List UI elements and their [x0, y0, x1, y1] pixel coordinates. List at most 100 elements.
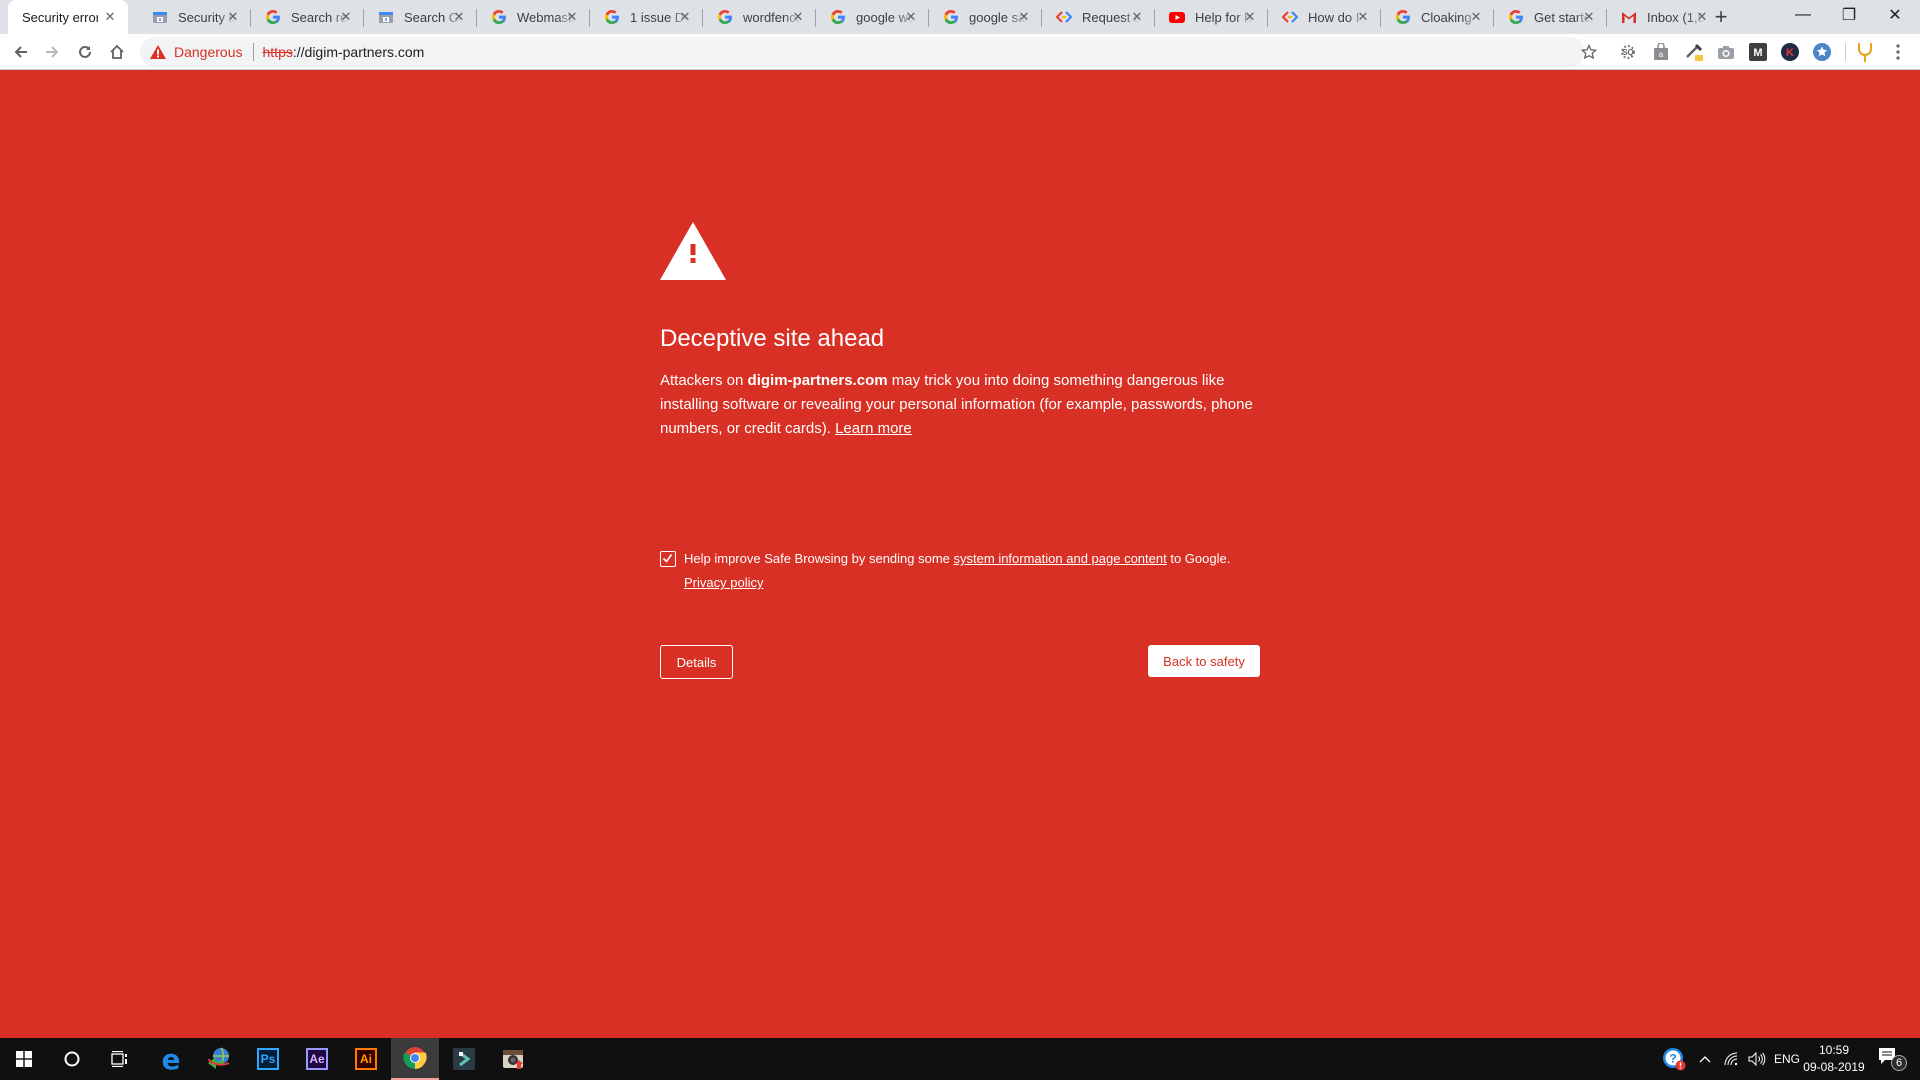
- message-prefix: Attackers on: [660, 372, 748, 389]
- star-extension-icon: [1813, 43, 1831, 61]
- omnibox-divider: [252, 43, 254, 61]
- taskbar-app-pinned[interactable]: [440, 1038, 488, 1080]
- optin-checkbox[interactable]: [660, 551, 676, 567]
- seo-quake-extension[interactable]: SQ: [1618, 42, 1638, 62]
- tab[interactable]: Cloaking ✕: [1381, 0, 1494, 34]
- tab[interactable]: Get started ✕: [1494, 0, 1607, 34]
- bookmark-star-button[interactable]: [1579, 42, 1599, 62]
- optin-suffix: to Google.: [1166, 551, 1231, 566]
- illustrator-icon: Ai: [355, 1048, 377, 1070]
- google-developers-icon: [1282, 9, 1298, 25]
- taskbar-app-edge[interactable]: e: [147, 1038, 195, 1080]
- tab[interactable]: Inbox (1,5 ✕: [1607, 0, 1720, 34]
- taskbar-app-illustrator[interactable]: Ai: [342, 1038, 390, 1080]
- network-button[interactable]: [1718, 1038, 1744, 1080]
- home-button[interactable]: [103, 38, 131, 66]
- shopping-bag-icon: a: [1654, 43, 1668, 60]
- address-bar[interactable]: Dangerous https :// digim-partners.com: [140, 37, 1585, 67]
- star-outline-icon: [1581, 44, 1597, 60]
- home-icon: [110, 44, 124, 59]
- close-tab-icon[interactable]: ✕: [338, 9, 354, 25]
- task-view-button[interactable]: [96, 1038, 144, 1080]
- app-pin-icon: [453, 1048, 475, 1070]
- tab-active[interactable]: Security error ✕: [8, 0, 128, 34]
- details-button[interactable]: Details: [660, 645, 733, 679]
- google-developers-icon: [1056, 9, 1072, 25]
- tab[interactable]: How do I ✕: [1268, 0, 1381, 34]
- taskbar-app-after-effects[interactable]: Ae: [293, 1038, 341, 1080]
- shopping-extension[interactable]: a: [1651, 42, 1671, 62]
- reload-button[interactable]: [71, 38, 99, 66]
- close-tab-icon[interactable]: ✕: [1129, 9, 1145, 25]
- new-tab-button[interactable]: +: [1708, 4, 1734, 30]
- security-status-label[interactable]: Dangerous: [174, 44, 243, 60]
- close-tab-icon[interactable]: ✕: [1016, 9, 1032, 25]
- system-info-link[interactable]: system information and page content: [954, 551, 1167, 566]
- seo-quake-icon: SQ: [1621, 45, 1635, 59]
- google-icon: [943, 9, 959, 25]
- tab[interactable]: google safe✕: [929, 0, 1042, 34]
- close-tab-icon[interactable]: ✕: [1581, 9, 1597, 25]
- minimize-button[interactable]: —: [1780, 0, 1826, 30]
- star-extension[interactable]: [1812, 42, 1832, 62]
- google-icon: [491, 9, 507, 25]
- tab[interactable]: google webmaster✕: [816, 0, 929, 34]
- tab[interactable]: 1 issue Detected✕: [590, 0, 703, 34]
- restore-button[interactable]: ❐: [1826, 0, 1872, 30]
- back-button[interactable]: [7, 38, 35, 66]
- cortana-search-button[interactable]: [48, 1038, 96, 1080]
- svg-text:K: K: [1786, 47, 1794, 59]
- help-alert-icon: ?: [1663, 1048, 1686, 1071]
- tab-strip: Security error✕ Security issues✕Search re…: [0, 0, 1920, 34]
- close-tab-icon[interactable]: ✕: [903, 9, 919, 25]
- tab[interactable]: Request a review✕: [1042, 0, 1155, 34]
- taskbar-app-internet-download-manager[interactable]: [195, 1038, 243, 1080]
- tray-help-app[interactable]: ?: [1658, 1038, 1690, 1080]
- close-tab-icon[interactable]: ✕: [790, 9, 806, 25]
- start-button[interactable]: [0, 1038, 48, 1080]
- tuning-fork-icon: [1858, 43, 1872, 62]
- system-clock[interactable]: 10:59 09-08-2019: [1800, 1042, 1868, 1076]
- tab[interactable]: Security issues✕: [138, 0, 251, 34]
- windows-logo-icon: [16, 1051, 32, 1067]
- windows-taskbar: e Ps Ae Ai ? ENG 10:59 09-08-2019 6: [0, 1038, 1920, 1080]
- close-tab-icon[interactable]: ✕: [677, 9, 693, 25]
- close-window-button[interactable]: ✕: [1872, 0, 1918, 30]
- wifi-icon: [1724, 1052, 1738, 1066]
- clock-time: 10:59: [1818, 1043, 1850, 1057]
- google-icon: [604, 9, 620, 25]
- action-center-button[interactable]: 6: [1874, 1038, 1908, 1080]
- k-extension[interactable]: K: [1780, 42, 1800, 62]
- tab[interactable]: Search results✕: [251, 0, 364, 34]
- warning-message: Attackers on digim-partners.com may tric…: [660, 369, 1260, 441]
- tab[interactable]: Webmasters✕: [477, 0, 590, 34]
- back-to-safety-button[interactable]: Back to safety: [1148, 645, 1260, 677]
- tuning-fork-extension[interactable]: [1855, 42, 1875, 62]
- url-separator: ://: [292, 44, 305, 60]
- show-hidden-icons-button[interactable]: [1693, 1038, 1717, 1080]
- google-icon: [717, 9, 733, 25]
- learn-more-link[interactable]: Learn more: [835, 420, 912, 437]
- volume-button[interactable]: [1744, 1038, 1770, 1080]
- tab[interactable]: Search Console✕: [364, 0, 477, 34]
- screenshot-extension[interactable]: [1716, 42, 1736, 62]
- close-tab-icon[interactable]: ✕: [564, 9, 580, 25]
- reload-icon: [79, 45, 91, 58]
- input-language-button[interactable]: ENG: [1770, 1038, 1804, 1080]
- taskbar-app-chrome[interactable]: [391, 1038, 439, 1080]
- tab[interactable]: wordfence ✕: [703, 0, 816, 34]
- color-picker-extension[interactable]: [1684, 42, 1704, 62]
- close-tab-icon[interactable]: ✕: [102, 9, 118, 25]
- tab[interactable]: Help for hacked✕: [1155, 0, 1268, 34]
- privacy-policy-link[interactable]: Privacy policy: [684, 575, 763, 590]
- close-tab-icon[interactable]: ✕: [225, 9, 241, 25]
- close-tab-icon[interactable]: ✕: [451, 9, 467, 25]
- taskbar-app-instagram-uploader[interactable]: [489, 1038, 537, 1080]
- close-tab-icon[interactable]: ✕: [1468, 9, 1484, 25]
- m-extension[interactable]: M: [1748, 42, 1768, 62]
- taskbar-app-photoshop[interactable]: Ps: [244, 1038, 292, 1080]
- close-tab-icon[interactable]: ✕: [1355, 9, 1371, 25]
- close-tab-icon[interactable]: ✕: [1242, 9, 1258, 25]
- chrome-menu-button[interactable]: [1888, 42, 1908, 62]
- forward-button[interactable]: [38, 38, 66, 66]
